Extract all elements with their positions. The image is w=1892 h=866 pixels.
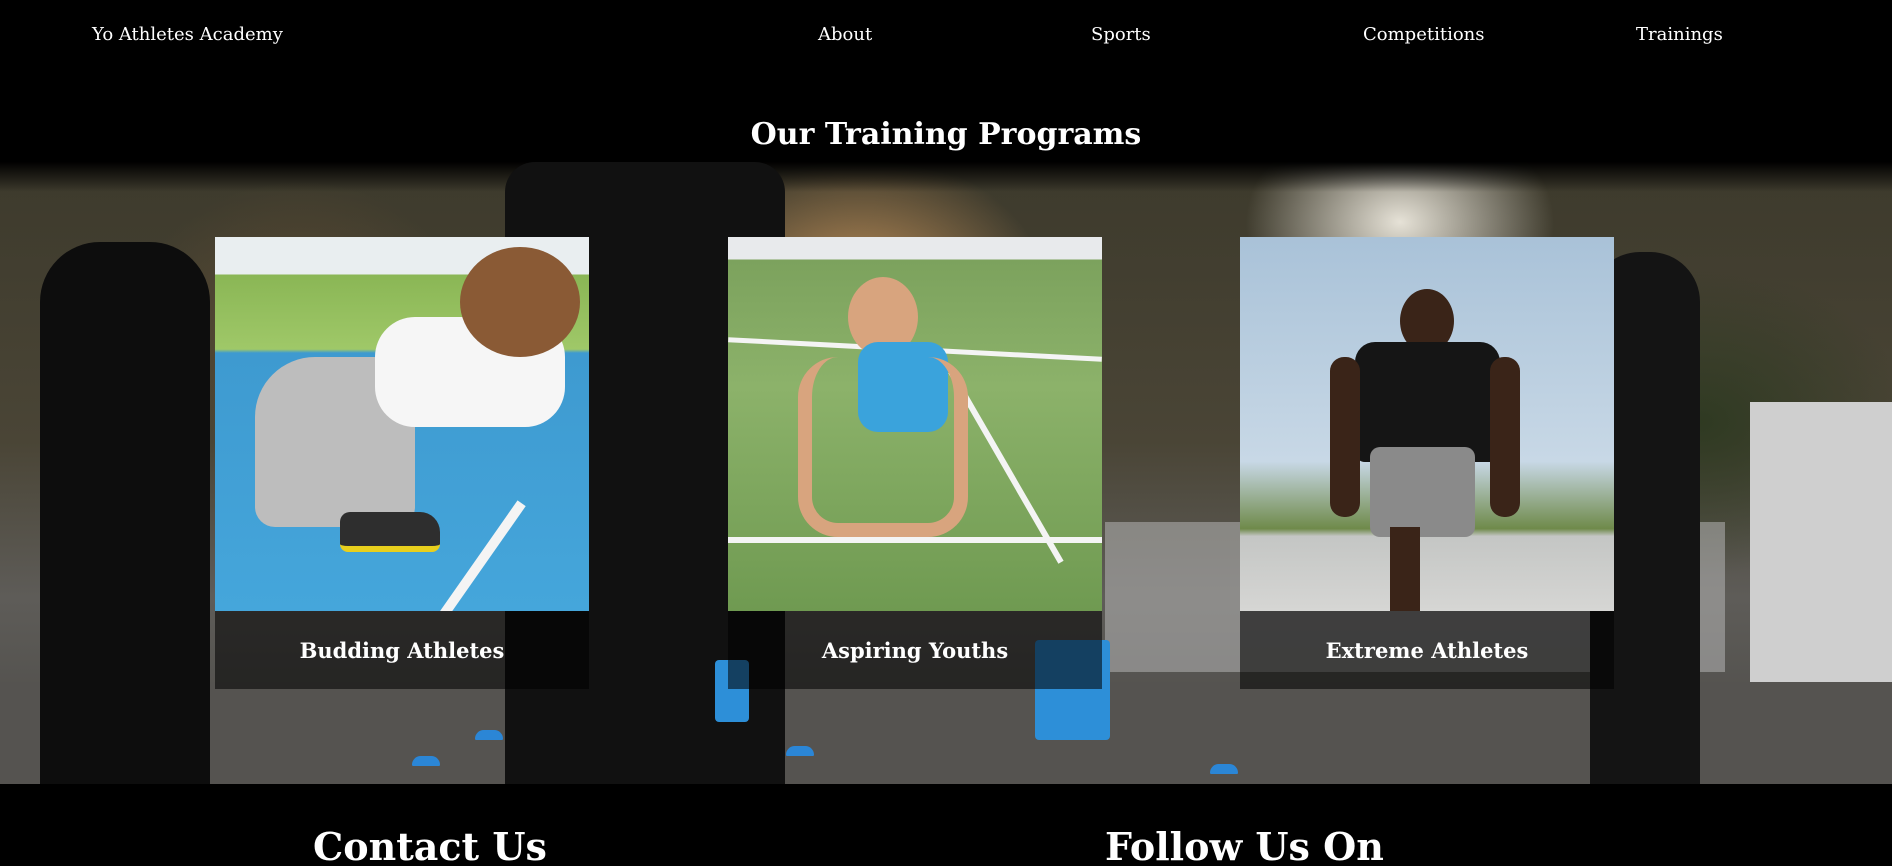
footer: Contact Us Follow Us On [0,784,1892,866]
background-runner-left [40,242,210,784]
child-head [460,247,580,357]
program-label: Extreme Athletes [1325,637,1529,663]
nav-link-sports[interactable]: Sports [1091,24,1151,45]
nav-link-trainings[interactable]: Trainings [1636,24,1723,45]
follow-us-heading: Follow Us On [1105,824,1384,866]
program-label: Aspiring Youths [821,637,1009,663]
nav-link-competitions[interactable]: Competitions [1363,24,1485,45]
program-card-aspiring-youths[interactable]: Aspiring Youths [728,237,1102,689]
program-image-adult-athlete [1240,237,1614,611]
background-cone [786,746,814,756]
program-caption: Aspiring Youths [728,611,1102,689]
nav-link-about[interactable]: About [818,24,872,45]
program-caption: Extreme Athletes [1240,611,1614,689]
top-navigation: Yo Athletes Academy About Sports Competi… [0,0,1892,72]
program-card-extreme-athletes[interactable]: Extreme Athletes [1240,237,1614,689]
program-card-budding-athletes[interactable]: Budding Athletes [215,237,589,689]
background-cone [412,756,440,766]
background-cone [475,730,503,740]
contact-us-heading: Contact Us [313,824,547,866]
program-caption: Budding Athletes [215,611,589,689]
program-image-child-runner [215,237,589,611]
section-title: Our Training Programs [750,117,1142,152]
program-image-girl-on-field [728,237,1102,611]
program-label: Budding Athletes [299,637,505,663]
brand-name[interactable]: Yo Athletes Academy [92,24,283,45]
background-cone [1210,764,1238,774]
